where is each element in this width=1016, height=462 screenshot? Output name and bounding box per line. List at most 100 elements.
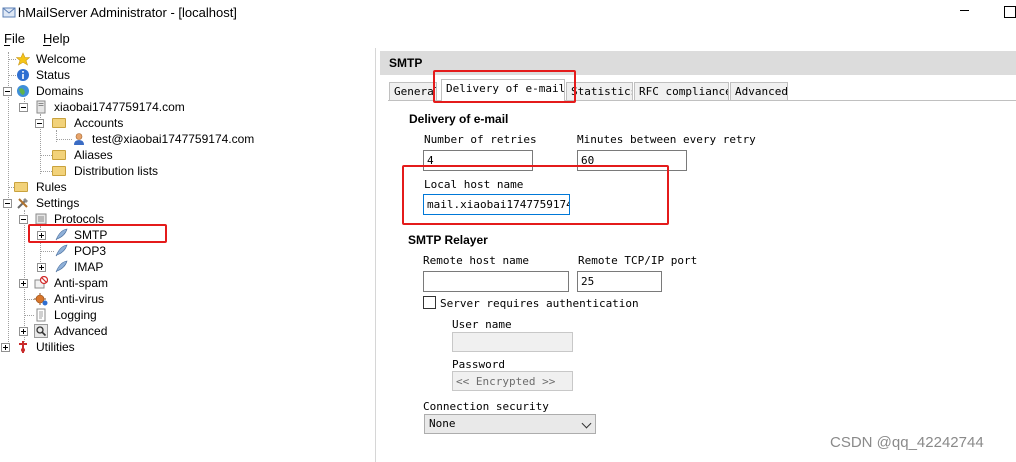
tree-label: Status (36, 68, 71, 82)
remote-port-label: Remote TCP/IP port (578, 254, 698, 267)
maximize-button[interactable] (1000, 0, 1016, 22)
password-label: Password (452, 358, 505, 371)
tree-line (24, 315, 34, 316)
tree-line (56, 139, 72, 140)
tree-line (8, 59, 16, 60)
tree-item-pop3[interactable]: POP3 (54, 243, 164, 259)
tab-statistics[interactable]: Statistics (566, 82, 633, 100)
tree-item-accounts[interactable]: Accounts (52, 115, 252, 131)
magnifier-icon (34, 324, 48, 338)
folder-icon (14, 182, 28, 192)
auth-label: Server requires authentication (440, 297, 639, 310)
tree-line (24, 210, 25, 342)
tree-item-utilities[interactable]: Utilities (16, 339, 166, 355)
tree-line (8, 75, 16, 76)
smtp-highlight-box (28, 224, 167, 243)
tree-item-status[interactable]: Status (16, 67, 216, 83)
tree-line (56, 130, 57, 142)
remote-host-label: Remote host name (423, 254, 529, 267)
retries-label: Number of retries (424, 133, 537, 146)
menu-file[interactable]: File (4, 31, 25, 46)
delivery-section-title: Delivery of e-mail (409, 112, 509, 126)
info-icon (17, 69, 29, 81)
tools-icon (17, 198, 28, 209)
folder-icon (52, 118, 66, 128)
expand-icon[interactable] (37, 263, 46, 272)
star-icon (16, 52, 30, 66)
collapse-icon[interactable] (19, 103, 28, 112)
tree-item-anti-virus[interactable]: Anti-virus (34, 291, 184, 307)
username-input[interactable] (452, 332, 573, 352)
tree-item-anti-spam[interactable]: Anti-spam (34, 275, 184, 291)
tree-item-account[interactable]: test@xiaobai1747759174.com (72, 131, 312, 147)
tree-label: Aliases (74, 148, 113, 162)
tree-item-aliases[interactable]: Aliases (52, 147, 252, 163)
remote-port-input[interactable]: 25 (577, 271, 662, 292)
chevron-down-icon (581, 418, 592, 429)
expand-icon[interactable] (1, 343, 10, 352)
anti-virus-icon (34, 293, 48, 306)
collapse-icon[interactable] (3, 87, 12, 96)
globe-icon (17, 85, 29, 97)
tree-line (24, 299, 34, 300)
tree-label: test@xiaobai1747759174.com (92, 132, 255, 146)
tree-item-distribution-lists[interactable]: Distribution lists (52, 163, 252, 179)
remote-host-input[interactable] (423, 271, 569, 292)
folder-icon (52, 150, 66, 160)
tab-general[interactable]: General (389, 82, 437, 100)
tree-item-rules[interactable]: Rules (14, 179, 214, 195)
local-host-highlight-box (402, 165, 669, 225)
collapse-icon[interactable] (19, 215, 28, 224)
watermark: CSDN @qq_42242744 (830, 434, 984, 451)
password-input[interactable]: << Encrypted >> (452, 371, 573, 391)
tree-line (40, 251, 54, 252)
tree-label: Advanced (54, 324, 108, 338)
auth-checkbox[interactable] (423, 296, 436, 309)
tree-label: Domains (36, 84, 84, 98)
menu-help[interactable]: Help (43, 31, 70, 46)
expand-icon[interactable] (19, 327, 28, 336)
minimize-button[interactable] (954, 0, 976, 22)
help-mnemonic-underline (43, 45, 51, 46)
tree-item-logging[interactable]: Logging (34, 307, 184, 323)
feather-icon (55, 244, 68, 257)
expand-icon[interactable] (19, 279, 28, 288)
user-icon (74, 133, 84, 145)
minutes-label: Minutes between every retry (577, 133, 756, 146)
tree-label: Distribution lists (74, 164, 159, 178)
tree-label: Accounts (74, 116, 124, 130)
tree-item-domain[interactable]: xiaobai1747759174.com (34, 99, 254, 115)
tree-item-welcome[interactable]: Welcome (16, 51, 216, 67)
collapse-icon[interactable] (3, 199, 12, 208)
folder-icon (52, 166, 66, 176)
server-icon (36, 100, 46, 114)
app-icon (2, 7, 16, 18)
username-label: User name (452, 318, 512, 331)
anti-spam-icon (34, 276, 48, 289)
document-icon (36, 308, 46, 322)
tree-label: Anti-spam (54, 276, 109, 290)
security-select[interactable]: None (424, 414, 596, 434)
window-title: hMailServer Administrator - [localhost] (18, 5, 237, 20)
file-mnemonic-underline (4, 45, 10, 46)
tree-label: Rules (36, 180, 67, 194)
tree-item-settings[interactable]: Settings (16, 195, 216, 211)
tree-line (40, 155, 52, 156)
tree-label: Welcome (36, 52, 86, 66)
tree-label: Utilities (36, 340, 75, 354)
security-label: Connection security (423, 400, 549, 413)
tab-advanced[interactable]: Advanced (730, 82, 788, 100)
tab-rfc-compliance[interactable]: RFC compliance (634, 82, 729, 100)
tree-label: xiaobai1747759174.com (54, 100, 185, 114)
utilities-icon (19, 341, 27, 353)
tree-label: Logging (54, 308, 97, 322)
delivery-tab-highlight-box (433, 70, 576, 103)
security-value: None (429, 417, 456, 430)
tree-item-domains[interactable]: Domains (16, 83, 216, 99)
collapse-icon[interactable] (35, 119, 44, 128)
tree-item-advanced[interactable]: Advanced (34, 323, 184, 339)
feather-icon (55, 260, 68, 273)
tree-item-imap[interactable]: IMAP (54, 259, 164, 275)
tree-label: POP3 (74, 244, 107, 258)
title-bar: hMailServer Administrator - [localhost] (0, 0, 1016, 26)
